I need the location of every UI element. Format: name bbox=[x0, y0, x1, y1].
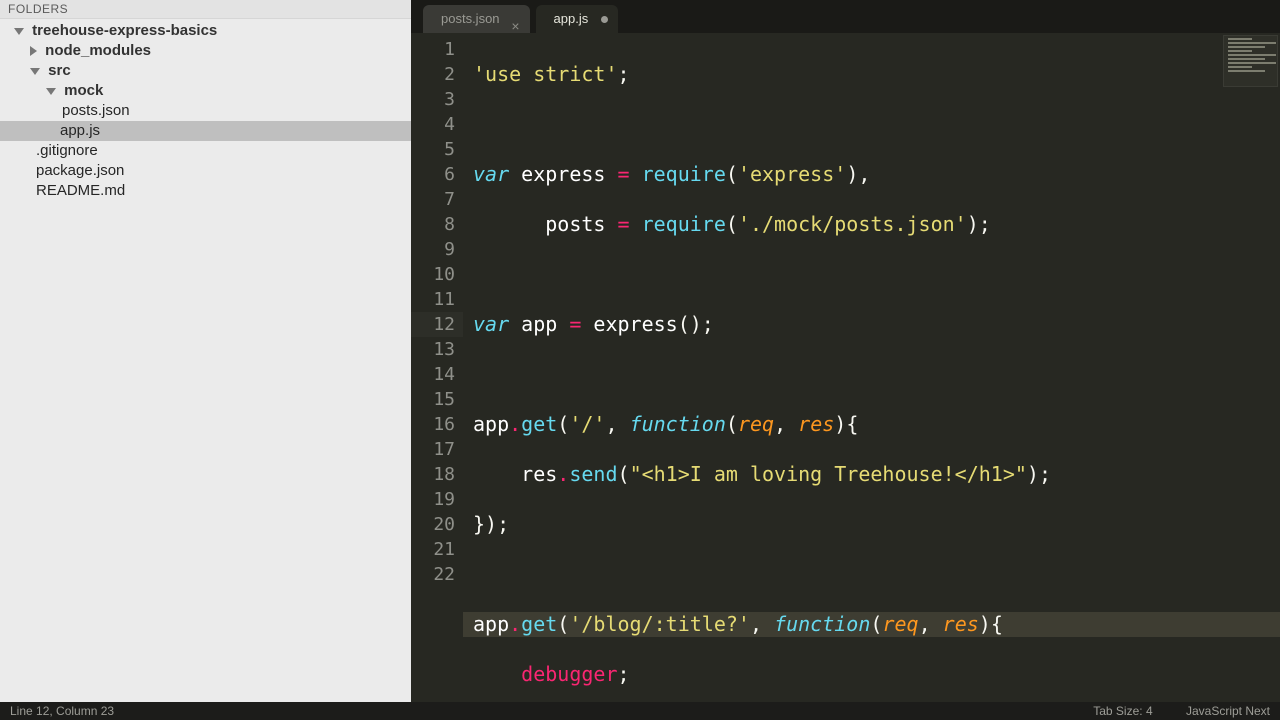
chevron-down-icon bbox=[46, 88, 56, 95]
file-label: posts.json bbox=[62, 102, 130, 119]
tab-app-js[interactable]: app.js bbox=[536, 5, 619, 33]
tab-posts-json[interactable]: posts.json × bbox=[423, 5, 530, 33]
tree-folder-project[interactable]: treehouse-express-basics bbox=[0, 21, 411, 41]
status-bar: Line 12, Column 23 Tab Size: 4 JavaScrip… bbox=[0, 702, 1280, 720]
file-tree: treehouse-express-basics node_modules sr… bbox=[0, 19, 411, 201]
tree-file-gitignore[interactable]: .gitignore bbox=[0, 141, 411, 161]
code-content[interactable]: 'use strict'; var express = require('exp… bbox=[463, 33, 1280, 702]
chevron-down-icon bbox=[30, 68, 40, 75]
folder-label: treehouse-express-basics bbox=[32, 22, 217, 39]
chevron-down-icon bbox=[14, 28, 24, 35]
dirty-indicator-icon bbox=[601, 16, 608, 23]
file-label: package.json bbox=[36, 162, 124, 179]
chevron-right-icon bbox=[30, 46, 37, 56]
editor-area: posts.json × app.js 1234 5678 9101112 13… bbox=[411, 0, 1280, 702]
tree-file-readme[interactable]: README.md bbox=[0, 181, 411, 201]
file-label: README.md bbox=[36, 182, 125, 199]
tree-folder-node-modules[interactable]: node_modules bbox=[0, 41, 411, 61]
tab-label: posts.json bbox=[441, 11, 500, 26]
code-viewport[interactable]: 1234 5678 9101112 13141516 17181920 2122… bbox=[411, 33, 1280, 702]
folder-label: mock bbox=[64, 82, 103, 99]
status-syntax[interactable]: JavaScript Next bbox=[1186, 704, 1270, 718]
tab-label: app.js bbox=[554, 11, 589, 26]
tree-file-package-json[interactable]: package.json bbox=[0, 161, 411, 181]
tree-folder-src[interactable]: src bbox=[0, 61, 411, 81]
status-tab-size[interactable]: Tab Size: 4 bbox=[1093, 704, 1152, 718]
tree-file-posts-json[interactable]: posts.json bbox=[0, 101, 411, 121]
folder-label: src bbox=[48, 62, 71, 79]
tree-folder-mock[interactable]: mock bbox=[0, 81, 411, 101]
sidebar-header: FOLDERS bbox=[0, 0, 411, 19]
folder-sidebar: FOLDERS treehouse-express-basics node_mo… bbox=[0, 0, 411, 702]
line-number-gutter: 1234 5678 9101112 13141516 17181920 2122 bbox=[411, 33, 463, 702]
file-label: .gitignore bbox=[36, 142, 98, 159]
status-cursor-position[interactable]: Line 12, Column 23 bbox=[10, 702, 1063, 720]
minimap[interactable] bbox=[1223, 35, 1278, 87]
tab-bar: posts.json × app.js bbox=[411, 0, 1280, 33]
folder-label: node_modules bbox=[45, 42, 151, 59]
file-label: app.js bbox=[46, 122, 100, 139]
tree-file-app-js[interactable]: app.js bbox=[0, 121, 411, 141]
